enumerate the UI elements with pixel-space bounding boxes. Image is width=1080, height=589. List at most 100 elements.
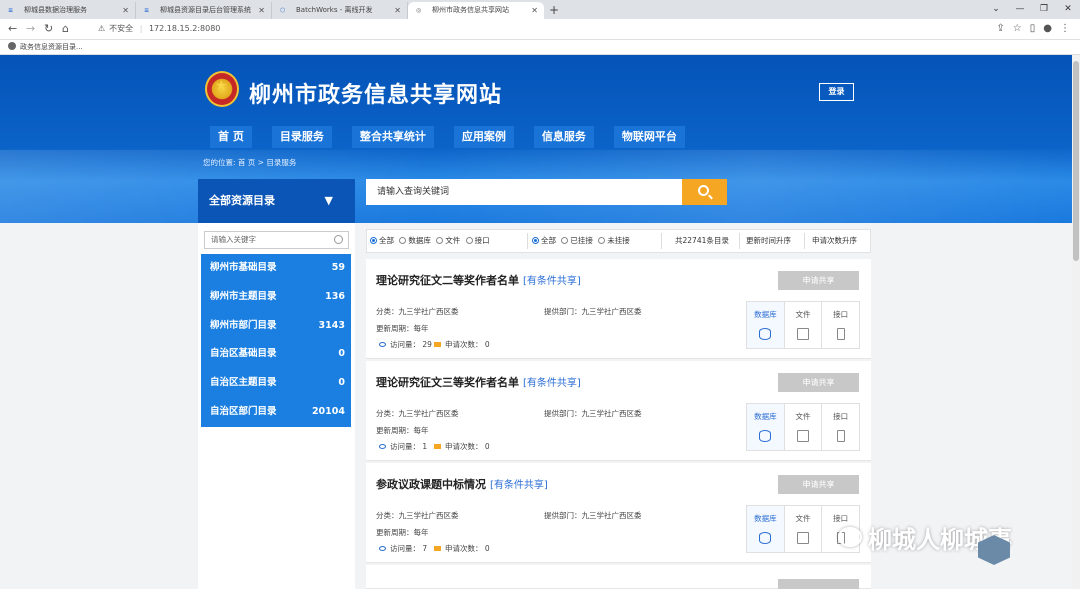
radio-type-api[interactable] (465, 237, 473, 244)
close-icon[interactable]: ✕ (531, 2, 538, 19)
type-database[interactable]: 数据库 (747, 506, 785, 552)
nav-home[interactable]: 首 页 (210, 126, 252, 148)
apply-share-button[interactable]: 申请共享 (778, 373, 859, 392)
close-icon[interactable]: ✕ (122, 2, 129, 19)
result-title[interactable]: 理论研究征文三等奖作者名单 [有条件共享] (376, 374, 581, 390)
search-input[interactable]: 请输入查询关键词 (366, 179, 682, 205)
nav-info-service[interactable]: 信息服务 (533, 126, 594, 148)
catalog-item[interactable]: 柳州市基础目录 59 (201, 254, 351, 283)
views-value: 1 (422, 442, 428, 451)
nav-catalog-service[interactable]: 目录服务 (271, 126, 332, 148)
page-scrollbar[interactable] (1072, 55, 1080, 589)
bookmark-item[interactable]: 政务信息资源目录... (20, 43, 83, 51)
type-file[interactable]: 文件 (785, 404, 823, 450)
browser-tab-1[interactable]: ≡ 柳城县数据治理服务 ✕ (0, 2, 136, 19)
api-icon (836, 430, 845, 442)
radio-mounted[interactable] (561, 237, 569, 244)
national-emblem-icon (205, 71, 239, 107)
search-icon[interactable] (334, 235, 343, 244)
forward-icon[interactable]: → (26, 22, 35, 36)
catalog-item-name: 柳州市部门目录 (210, 319, 277, 331)
sidebar-icon[interactable]: ▯ (1030, 22, 1036, 36)
close-icon[interactable]: ✕ (258, 2, 265, 19)
profile-icon[interactable]: ● (1043, 22, 1052, 36)
site-title: 柳州市政务信息共享网站 (249, 82, 503, 108)
type-api[interactable]: 接口 (822, 302, 859, 348)
minimize-icon[interactable]: — (1008, 0, 1032, 19)
catalog-item[interactable]: 自治区主题目录 0 (201, 369, 351, 398)
apply-share-button[interactable] (778, 579, 859, 589)
radio-type-database[interactable] (399, 237, 407, 244)
type-label: 接口 (833, 514, 849, 523)
radio-type-all[interactable] (370, 237, 377, 244)
browser-tab-2[interactable]: ≡ 柳城县资源目录后台管理系统 ✕ (136, 2, 272, 19)
folder-icon (434, 546, 441, 551)
tab-favicon-icon: ≡ (8, 7, 14, 14)
tab-favicon-icon: ≡ (144, 7, 150, 14)
back-icon[interactable]: ← (8, 22, 17, 36)
file-edit-icon (797, 328, 809, 340)
radio-mount-all[interactable] (532, 237, 539, 244)
radio-unmounted[interactable] (598, 237, 606, 244)
type-database[interactable]: 数据库 (747, 404, 785, 450)
star-icon[interactable]: ☆ (1013, 22, 1022, 36)
apply-share-button[interactable]: 申请共享 (778, 475, 859, 494)
scrollbar-thumb[interactable] (1073, 61, 1079, 261)
views-label: 访问量： (390, 442, 420, 451)
result-title-text: 参政议政课题中标情况 (376, 478, 486, 491)
apply-count-label: 申请次数： (445, 544, 483, 553)
catalog-item[interactable]: 自治区部门目录 20104 (201, 398, 351, 427)
sort-time-button[interactable]: 更新时间升序 (746, 230, 791, 252)
url-field[interactable]: ⚠ 不安全 | 172.18.15.2:8080 (92, 21, 982, 37)
catalog-dropdown[interactable]: 全部资源目录 ▼ (198, 179, 355, 223)
apply-share-button[interactable]: 申请共享 (778, 271, 859, 290)
folder-icon (434, 444, 441, 449)
result-period: 更新周期：每年 (376, 324, 429, 333)
share-tag: [有条件共享] (523, 378, 581, 389)
catalog-item[interactable]: 柳州市主题目录 136 (201, 283, 351, 312)
eye-icon (379, 546, 386, 551)
type-label: 数据库 (754, 310, 777, 319)
result-views: 访问量： 29 (379, 339, 432, 350)
result-title[interactable]: 理论研究征文二等奖作者名单 [有条件共享] (376, 272, 581, 288)
divider (804, 233, 805, 249)
nav-iot-platform[interactable]: 物联网平台 (613, 126, 685, 148)
keyword-input[interactable]: 请输入关键字 (204, 231, 349, 249)
browser-tab-3[interactable]: ⬡ BatchWorks - 离线开发 ✕ (272, 2, 408, 19)
menu-icon[interactable]: ⋮ (1060, 22, 1070, 36)
home-icon[interactable]: ⌂ (62, 22, 69, 36)
browser-tab-strip: ≡ 柳城县数据治理服务 ✕ ≡ 柳城县资源目录后台管理系统 ✕ ⬡ BatchW… (0, 0, 1080, 19)
radio-type-file[interactable] (436, 237, 444, 244)
triangle-down-icon: ▼ (324, 194, 333, 207)
share-tag: [有条件共享] (490, 480, 548, 491)
type-file[interactable]: 文件 (785, 302, 823, 348)
address-bar-row: ← → ↻ ⌂ ⚠ 不安全 | 172.18.15.2:8080 ⇪ ☆ ▯ ● … (0, 19, 1080, 40)
share-icon[interactable]: ⇪ (996, 22, 1004, 36)
login-button[interactable]: 登录 (819, 83, 854, 101)
nav-sharing-stats[interactable]: 整合共享统计 (351, 126, 434, 148)
radio-label: 未挂接 (607, 236, 630, 245)
type-api[interactable]: 接口 (822, 404, 859, 450)
radio-label: 接口 (474, 236, 490, 245)
sort-apply-button[interactable]: 申请次数升序 (812, 230, 857, 252)
views-value: 7 (422, 544, 428, 553)
reload-icon[interactable]: ↻ (44, 22, 53, 36)
chevron-down-icon[interactable]: ⌄ (984, 0, 1008, 19)
close-window-icon[interactable]: ✕ (1056, 0, 1080, 19)
search-button[interactable] (682, 179, 727, 205)
type-file[interactable]: 文件 (785, 506, 823, 552)
close-icon[interactable]: ✕ (394, 2, 401, 19)
restore-icon[interactable]: ❐ (1032, 0, 1056, 19)
result-title-text: 理论研究征文二等奖作者名单 (376, 274, 519, 287)
type-database[interactable]: 数据库 (747, 302, 785, 348)
eye-icon (379, 444, 386, 449)
result-title[interactable]: 参政议政课题中标情况 [有条件共享] (376, 476, 548, 492)
new-tab-button[interactable]: + (544, 2, 564, 19)
filter-bar: 全部 数据库 文件 接口 全部 已挂接 未挂接 共22741条目录 更新时间升序… (366, 229, 871, 253)
catalog-item[interactable]: 自治区基础目录 0 (201, 340, 351, 369)
browser-toolbar-icons: ⇪ ☆ ▯ ● ⋮ (996, 22, 1070, 36)
database-icon (759, 430, 772, 442)
catalog-item[interactable]: 柳州市部门目录 3143 (201, 312, 351, 341)
browser-tab-4[interactable]: ◎ 柳州市政务信息共享网站 ✕ (408, 2, 544, 19)
nav-cases[interactable]: 应用案例 (453, 126, 514, 148)
